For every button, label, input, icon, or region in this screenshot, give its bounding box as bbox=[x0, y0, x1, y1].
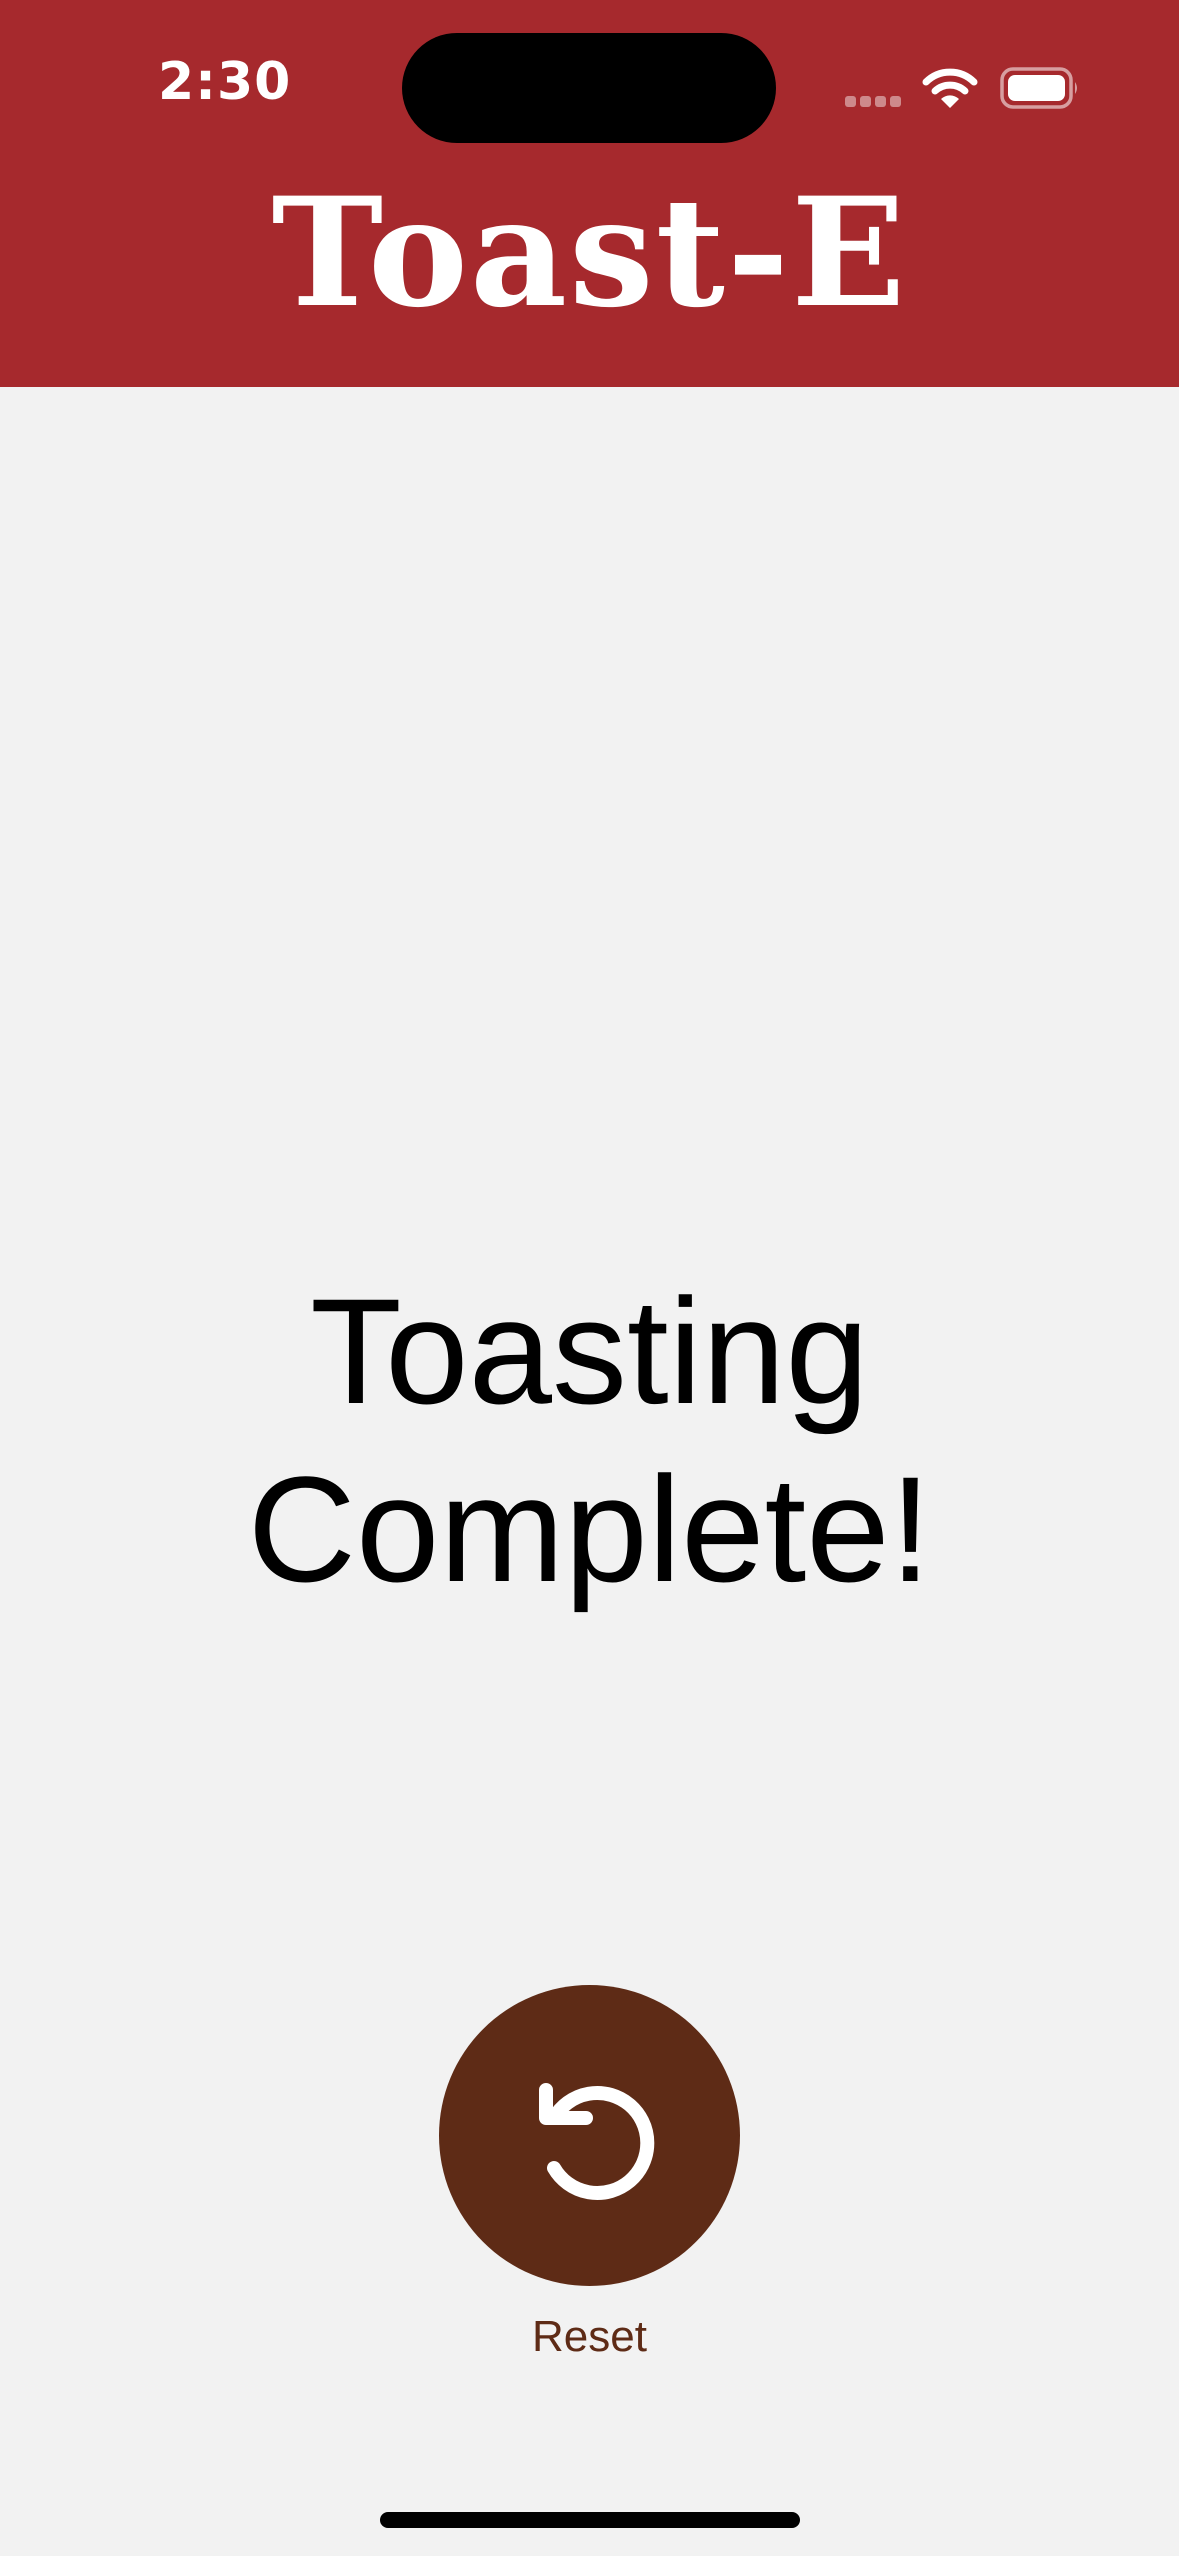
app-title: Toast-E bbox=[271, 165, 908, 341]
app-header: 2:30 Toast-E bbox=[0, 0, 1179, 387]
reset-icon bbox=[538, 2082, 654, 2200]
home-indicator[interactable] bbox=[380, 2512, 800, 2528]
battery-icon bbox=[1000, 67, 1077, 109]
reset-label: Reset bbox=[532, 2312, 647, 2361]
toasting-status-message: Toasting Complete! bbox=[247, 1267, 932, 1613]
dynamic-island bbox=[402, 33, 776, 143]
status-time: 2:30 bbox=[158, 52, 292, 112]
cellular-signal-icon bbox=[845, 96, 905, 110]
wifi-icon bbox=[922, 68, 978, 108]
reset-button[interactable] bbox=[439, 1985, 740, 2286]
